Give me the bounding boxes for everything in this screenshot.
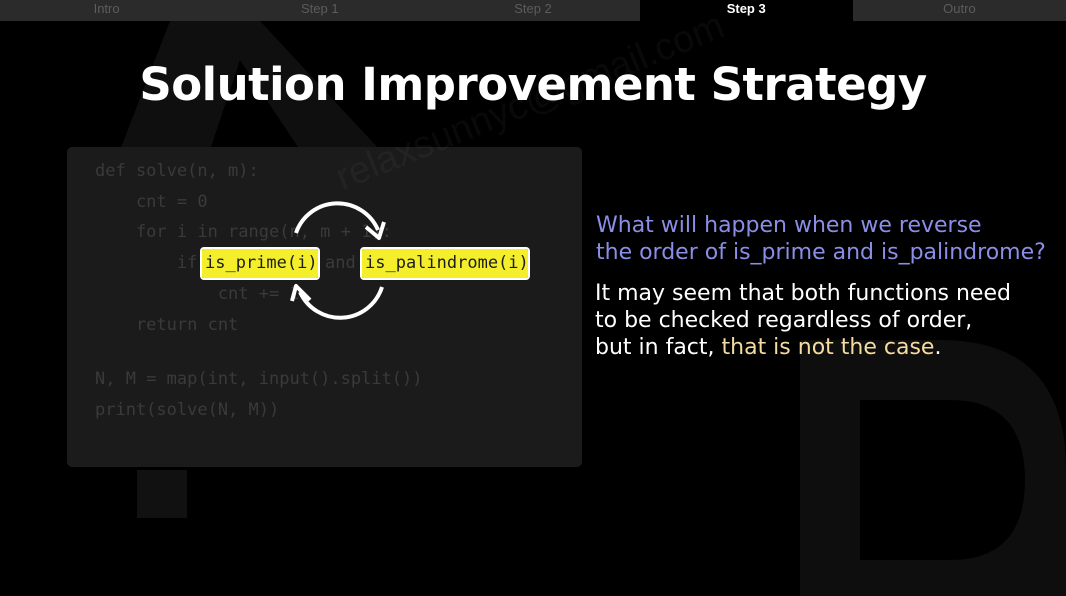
code-line-5: cnt += 1	[95, 284, 300, 304]
answer-line-3-suffix: .	[934, 335, 942, 360]
answer-line-2: to be checked regardless of order,	[595, 308, 973, 333]
question-line-1: What will happen when we reverse	[596, 213, 982, 238]
answer-highlight: that is not the case	[721, 335, 935, 360]
question-text: What will happen when we reverse the ord…	[596, 212, 1056, 266]
answer-line-3: but in fact, that is not the case.	[595, 334, 1055, 361]
answer-line-3-prefix: but in fact,	[595, 335, 722, 360]
code-line-1: def solve(n, m):	[95, 161, 259, 181]
code-line-6: return cnt	[95, 315, 239, 335]
question-line-2: the order of is_prime and is_palindrome?	[596, 240, 1046, 265]
code-line-4: if	[95, 253, 198, 273]
answer-text: It may seem that both functions need to …	[595, 280, 1055, 361]
is-palindrome-call: is_palindrome(i)	[360, 247, 530, 280]
code-line-8: print(solve(N, M))	[95, 400, 280, 420]
answer-line-1: It may seem that both functions need	[595, 281, 1011, 306]
code-line-2: cnt = 0	[95, 192, 208, 212]
code-line-7: N, M = map(int, input().split())	[95, 369, 423, 389]
is-prime-call: is_prime(i)	[200, 247, 320, 280]
